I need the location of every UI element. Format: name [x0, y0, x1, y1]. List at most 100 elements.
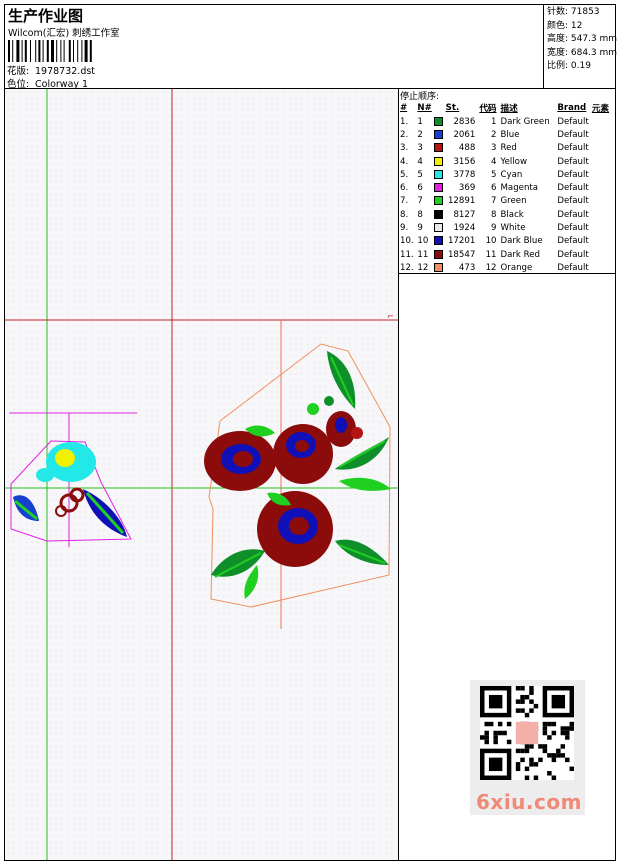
row-description: Blue: [500, 129, 520, 140]
row-index: 8.: [400, 209, 409, 220]
row-code: 10: [485, 236, 497, 247]
row-element: [592, 248, 615, 261]
row-stitches: 473: [458, 262, 476, 273]
row-stitches: 17201: [447, 236, 476, 247]
header-left: 生产作业图 Wilcom(汇宏) 刺绣工作室 花版: 1978732.dst 色位…: [5, 5, 542, 90]
row-index: 4.: [400, 156, 409, 167]
table-row: 6. 6 369 6 Magenta Default: [400, 181, 615, 194]
col-brand: Brand: [557, 103, 587, 113]
table-row: 7. 7 12891 7 Green Default: [400, 195, 615, 208]
row-description: Red: [500, 143, 517, 154]
row-swatch: [434, 261, 446, 274]
row-code: 4: [491, 156, 497, 167]
row-stitches: 1924: [453, 223, 476, 234]
row-element: [592, 181, 615, 194]
row-description: Magenta: [500, 183, 539, 194]
design-stats: 针数: 71853 颜色: 12 高度: 547.3 mm 宽度: 684.3 …: [547, 6, 617, 74]
row-swatch: [434, 142, 446, 155]
col-swatch: [434, 101, 446, 115]
color-swatch-icon: [434, 156, 444, 166]
embroidery-preview: ⌐: [5, 89, 398, 860]
barcode-icon: [8, 40, 92, 62]
table-row: 1. 1 2836 1 Dark Green Default: [400, 115, 615, 128]
table-row: 10. 10 17201 10 Dark Blue Default: [400, 235, 615, 248]
row-element: [592, 221, 615, 234]
row-stitches: 18547: [447, 249, 476, 260]
row-stitches: 2061: [453, 129, 476, 140]
row-stitches: 488: [458, 143, 476, 154]
row-index: 3.: [400, 143, 409, 154]
row-brand: Default: [557, 183, 589, 194]
stop-sequence-section: 停止顺序: # N# St. 代码 描述 Brand 元素 1. 1 2836 1 Da…: [399, 89, 615, 274]
row-description: Orange: [500, 262, 533, 273]
color-swatch-icon: [434, 262, 444, 272]
col-stitches: St.: [445, 103, 460, 113]
design-scale: 比例: 0.19: [547, 61, 591, 71]
row-swatch: [434, 195, 446, 208]
row-needle: 9: [417, 223, 423, 234]
row-stitches: 8127: [453, 209, 476, 220]
row-code: 2: [491, 129, 497, 140]
row-code: 5: [491, 169, 497, 180]
col-element: 元素: [591, 104, 610, 114]
row-brand: Default: [557, 249, 589, 260]
table-row: 4. 4 3156 4 Yellow Default: [400, 155, 615, 168]
stop-sequence-table: # N# St. 代码 描述 Brand 元素 1. 1 2836 1 Dark Gre…: [400, 101, 615, 275]
color-swatch-icon: [434, 183, 444, 193]
qr-code-icon: [480, 686, 574, 780]
row-brand: Default: [557, 129, 589, 140]
row-element: [592, 168, 615, 181]
row-needle: 5: [417, 169, 423, 180]
row-index: 5.: [400, 169, 409, 180]
table-row: 5. 5 3778 5 Cyan Default: [400, 168, 615, 181]
color-swatch-icon: [434, 249, 444, 259]
col-index: #: [400, 103, 408, 113]
row-description: White: [500, 223, 526, 234]
row-swatch: [434, 208, 446, 221]
row-element: [592, 128, 615, 141]
row-element: [592, 195, 615, 208]
row-code: 1: [491, 116, 497, 127]
row-brand: Default: [557, 236, 589, 247]
row-index: 12.: [400, 262, 414, 273]
row-stitches: 3156: [453, 156, 476, 167]
table-row: 9. 9 1924 9 White Default: [400, 221, 615, 234]
row-needle: 1: [417, 116, 423, 127]
design-file-line: 花版: 1978732.dst: [7, 63, 95, 77]
row-brand: Default: [557, 209, 589, 220]
row-swatch: [434, 181, 446, 194]
row-index: 1.: [400, 116, 409, 127]
row-code: 6: [491, 183, 497, 194]
stats-box: 针数: 71853 颜色: 12 高度: 547.3 mm 宽度: 684.3 …: [543, 5, 617, 89]
row-code: 9: [491, 223, 497, 234]
row-swatch: [434, 115, 446, 128]
color-swatch-icon: [434, 129, 444, 139]
row-needle: 2: [417, 129, 423, 140]
row-index: 7.: [400, 196, 409, 207]
row-code: 7: [491, 196, 497, 207]
color-swatch-icon: [434, 209, 444, 219]
row-code: 11: [485, 249, 497, 260]
row-brand: Default: [557, 156, 589, 167]
row-description: Dark Green: [500, 116, 550, 127]
row-stitches: 369: [458, 183, 476, 194]
design-width: 宽度: 684.3 mm: [547, 47, 618, 58]
row-needle: 4: [417, 156, 423, 167]
color-swatch-icon: [434, 196, 444, 206]
row-brand: Default: [557, 196, 589, 207]
motif-left: [10, 440, 132, 542]
row-element: [592, 155, 615, 168]
row-needle: 7: [417, 196, 423, 207]
row-swatch: [434, 248, 446, 261]
row-code: 3: [491, 143, 497, 154]
studio-subtitle: Wilcom(汇宏) 刺绣工作室: [8, 28, 120, 39]
row-element: [592, 208, 615, 221]
row-swatch: [434, 221, 446, 234]
row-element: [592, 142, 615, 155]
design-label: 花版:: [7, 66, 30, 77]
row-index: 10.: [400, 236, 414, 247]
row-description: Yellow: [500, 156, 527, 167]
table-row: 12. 12 473 12 Orange Default: [400, 261, 615, 274]
col-code: 代码: [479, 104, 497, 114]
row-description: Dark Blue: [500, 236, 543, 247]
